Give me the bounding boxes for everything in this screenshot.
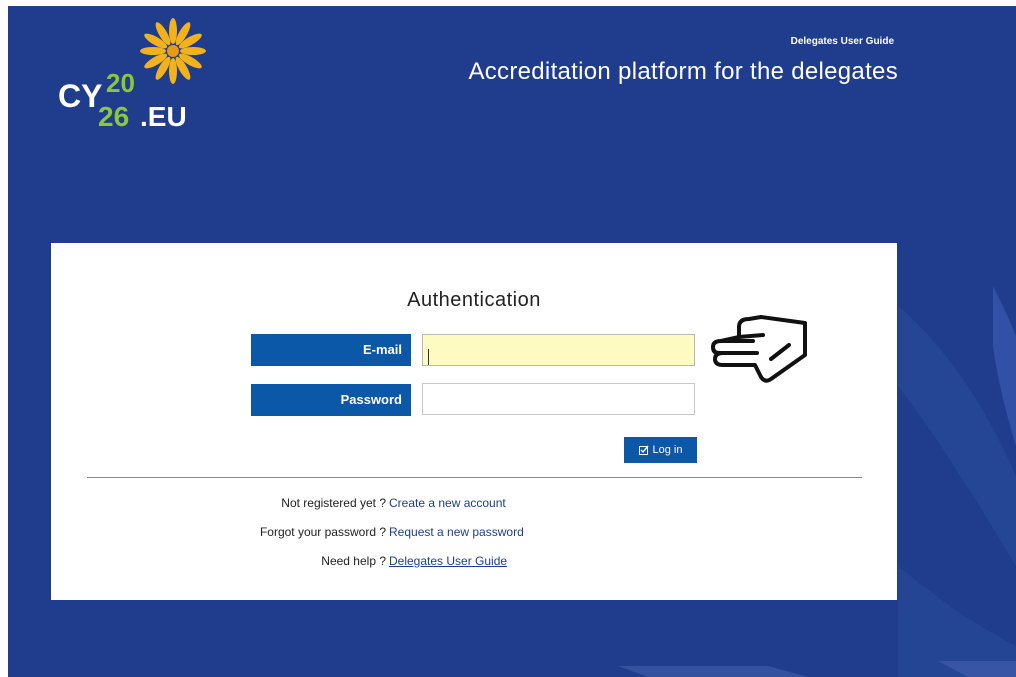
- password-label: Password: [251, 384, 411, 416]
- create-account-link[interactable]: Create a new account: [389, 496, 506, 510]
- password-field[interactable]: [422, 383, 695, 415]
- help-row-register: Not registered yet ? Create a new accoun…: [51, 496, 897, 514]
- help-label-register: Not registered yet ?: [281, 496, 386, 510]
- request-password-link[interactable]: Request a new password: [389, 525, 524, 539]
- logo-26-text: 26: [98, 101, 130, 132]
- email-field[interactable]: [422, 334, 695, 366]
- logo-cy-text: CY: [58, 78, 103, 114]
- check-square-icon: [638, 445, 649, 455]
- help-row-guide: Need help ? Delegates User Guide: [51, 554, 897, 572]
- help-label-password: Forgot your password ?: [259, 525, 386, 539]
- page-title: Accreditation platform for the delegates: [468, 58, 898, 85]
- header-user-guide-link[interactable]: Delegates User Guide: [791, 36, 894, 47]
- text-caret: [428, 349, 429, 365]
- authentication-panel: Authentication E-mail Password Log in No…: [51, 243, 897, 600]
- help-row-password: Forgot your password ? Request a new pas…: [51, 525, 897, 543]
- logo-eu-text: .EU: [140, 101, 187, 132]
- page-background: CY 20 26 .EU Delegates User Guide Accred…: [8, 6, 1016, 677]
- flower-icon: [140, 18, 206, 84]
- login-button-label: Log in: [652, 444, 683, 456]
- user-guide-link[interactable]: Delegates User Guide: [389, 554, 507, 568]
- help-label-guide: Need help ?: [321, 554, 386, 568]
- email-label: E-mail: [251, 334, 411, 366]
- logo-20-text: 20: [106, 68, 135, 98]
- authentication-heading: Authentication: [407, 289, 541, 311]
- divider: [87, 477, 862, 478]
- pointing-hand-icon: [711, 315, 807, 383]
- login-button[interactable]: Log in: [624, 437, 697, 463]
- cy2026-logo: CY 20 26 .EU: [58, 16, 218, 136]
